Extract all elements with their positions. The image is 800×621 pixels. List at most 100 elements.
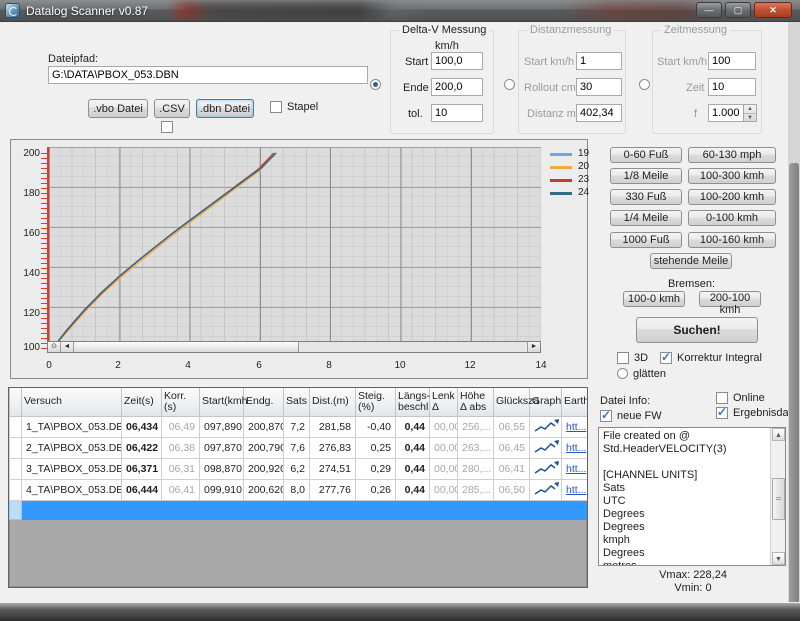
scroll-down-icon[interactable]: ▼ (772, 552, 785, 565)
col-steig[interactable]: Steig.(%) (356, 388, 396, 416)
table-row[interactable]: 1_TA\PBOX_053.DBN 06,434 06,49 097,890 2… (10, 416, 588, 437)
info-scrollbar[interactable]: ▲ ▼ (770, 428, 785, 565)
rollout-input[interactable] (576, 78, 622, 96)
dbn-datei-button[interactable]: .dbn Datei (196, 99, 254, 118)
suchen-button[interactable]: Suchen! (636, 317, 758, 343)
tol-input[interactable] (431, 104, 483, 122)
col-dist[interactable]: Dist.(m) (310, 388, 356, 416)
btn-330-fuss[interactable]: 330 Fuß (610, 189, 682, 205)
btn-stehende-meile[interactable]: stehende Meile (650, 253, 732, 269)
zeit-mode-radio[interactable] (639, 79, 650, 90)
col-sats[interactable]: Sats (284, 388, 310, 416)
zeit-input[interactable] (708, 78, 756, 96)
info-line: UTC (603, 495, 785, 508)
start-label: Start (405, 56, 428, 68)
neue-fw-checkbox[interactable] (600, 410, 612, 422)
title-bar: Datalog Scanner v0.87 — ▢ ✕ (0, 0, 800, 22)
btn-100-0-kmh[interactable]: 100-0 kmh (623, 291, 685, 307)
glaetten-radio[interactable] (617, 368, 628, 379)
legend-label-23: 23 (578, 174, 589, 185)
ergebnisdatei-checkbox[interactable] (716, 407, 728, 419)
3d-checkbox[interactable] (617, 352, 629, 364)
y-tick-160: 160 (16, 228, 40, 239)
graph-icon[interactable] (534, 460, 560, 475)
btn-1-4-meile[interactable]: 1/4 Meile (610, 210, 682, 226)
btn-100-160-kmh[interactable]: 100-160 kmh (688, 232, 776, 248)
korrektur-integral-checkbox[interactable] (660, 352, 672, 364)
3d-label: 3D (634, 352, 648, 364)
delta-start-input[interactable] (431, 52, 483, 70)
plot-area[interactable] (47, 147, 541, 353)
earth-link[interactable]: htt... (566, 442, 586, 454)
minimize-button[interactable]: — (696, 2, 722, 18)
col-korr[interactable]: Korr.(s) (162, 388, 200, 416)
vbo-datei-button[interactable]: .vbo Datei (88, 99, 148, 118)
online-checkbox[interactable] (716, 392, 728, 404)
delta-ende-input[interactable] (431, 78, 483, 96)
btn-100-300-kmh[interactable]: 100-300 kmh (688, 168, 776, 184)
info-line: Sats (603, 482, 785, 495)
table-row[interactable]: 4_TA\PBOX_053.DBN 06,444 06,41 099,910 2… (10, 479, 588, 500)
spinner-up-icon[interactable]: ▲ (744, 105, 756, 113)
chart-h-scrollbar[interactable]: ⊙ ◄ ► (47, 341, 541, 353)
earth-link[interactable]: htt... (566, 463, 586, 475)
chart-scroll-thumb[interactable] (74, 342, 299, 352)
scroll-up-icon[interactable]: ▲ (772, 428, 785, 441)
btn-1-8-meile[interactable]: 1/8 Meile (610, 168, 682, 184)
dateipfad-label: Dateipfad: (48, 53, 98, 65)
btn-0-100-kmh[interactable]: 0-100 kmh (688, 210, 776, 226)
korrektur-integral-label: Korrektur Integral (677, 352, 762, 364)
col-hoehe[interactable]: Höhe Δ abs (458, 388, 494, 416)
table-row-selected-empty[interactable] (10, 500, 588, 519)
col-start[interactable]: Start(kmh (200, 388, 244, 416)
stapel-checkbox[interactable] (270, 101, 282, 113)
table-row[interactable]: 2_TA\PBOX_053.DBN 06,422 06,38 097,870 2… (10, 437, 588, 458)
zeit-label: Zeit (686, 82, 704, 94)
btn-100-200-kmh[interactable]: 100-200 kmh (688, 189, 776, 205)
earth-link[interactable]: htt... (566, 484, 586, 496)
earth-link[interactable]: htt... (566, 421, 586, 433)
col-endg[interactable]: Endg. (244, 388, 284, 416)
csv-button[interactable]: .CSV (154, 99, 190, 118)
col-glueckszahl[interactable]: Glücksza (494, 388, 530, 416)
maximize-button[interactable]: ▢ (725, 2, 751, 18)
graph-icon[interactable] (534, 418, 560, 433)
spinner-down-icon[interactable]: ▼ (744, 113, 756, 121)
background-window-scrollbar (788, 22, 800, 602)
file-info-listbox[interactable]: File created on @ Std.HeaderVELOCITY(3) … (598, 427, 786, 566)
info-line: kmph (603, 534, 785, 547)
graph-icon[interactable] (534, 481, 560, 496)
btn-60-130-mph[interactable]: 60-130 mph (688, 147, 776, 163)
distanz-mode-radio[interactable] (504, 79, 515, 90)
col-graph[interactable]: Graph (530, 388, 562, 416)
col-versuch[interactable]: Versuch (22, 388, 122, 416)
info-line (603, 456, 785, 469)
chart-scroll-right-icon[interactable]: ► (527, 342, 540, 352)
extra-checkbox[interactable] (161, 121, 173, 133)
f-input[interactable] (708, 104, 744, 122)
close-button[interactable]: ✕ (754, 2, 792, 18)
distanz-start-input[interactable] (576, 52, 622, 70)
btn-0-60-fuss[interactable]: 0-60 Fuß (610, 147, 682, 163)
blurred-background-window-title (168, 2, 433, 20)
btn-200-100-kmh[interactable]: 200-100 kmh (699, 291, 761, 307)
delta-v-title: Delta-V Messung (399, 24, 489, 36)
chart-zoom-reset-icon[interactable]: ⊙ (48, 342, 61, 352)
zeit-start-input[interactable] (708, 52, 756, 70)
distanz-title: Distanzmessung (527, 24, 614, 36)
col-laengsbeschl[interactable]: Längs-beschl (396, 388, 430, 416)
distanz-m-input[interactable] (576, 104, 622, 122)
col-zeit[interactable]: Zeit(s) (122, 388, 162, 416)
btn-1000-fuss[interactable]: 1000 Fuß (610, 232, 682, 248)
dateipfad-input[interactable] (48, 66, 368, 84)
delta-v-mode-radio[interactable] (370, 79, 381, 90)
scroll-thumb[interactable] (772, 478, 785, 520)
chart-scroll-left-icon[interactable]: ◄ (61, 342, 74, 352)
graph-icon[interactable] (534, 439, 560, 454)
table-row[interactable]: 3_TA\PBOX_053.DBN 06,371 06,31 098,870 2… (10, 458, 588, 479)
col-earth[interactable]: Earth (562, 388, 588, 416)
distanz-start-label: Start km/h (524, 56, 574, 68)
online-label: Online (733, 392, 765, 404)
f-spinner[interactable]: ▲▼ (744, 104, 757, 122)
col-lenk[interactable]: Lenk Δ (430, 388, 458, 416)
